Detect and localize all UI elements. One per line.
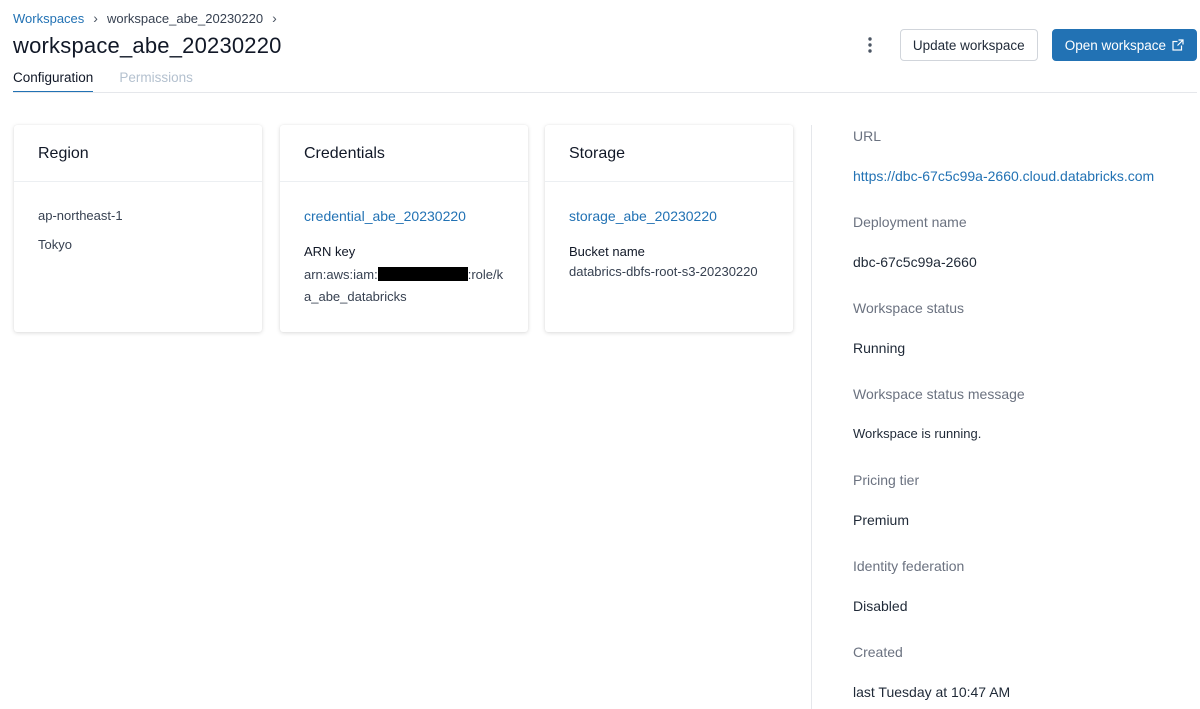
- storage-link[interactable]: storage_abe_20230220: [569, 208, 717, 224]
- workspace-status-label: Workspace status: [853, 300, 965, 316]
- page-title: workspace_abe_20230220: [13, 33, 282, 58]
- region-card-title: Region: [14, 125, 262, 182]
- deployment-name-value: dbc-67c5c99a-2660: [853, 254, 977, 270]
- workspace-status-value: Running: [853, 340, 906, 356]
- header-actions: Update workspace Open workspace: [862, 29, 1197, 61]
- url-value-row: https://dbc-67c5c99a-2660.cloud.databric…: [853, 148, 1193, 214]
- region-code: ap-northeast-1: [38, 208, 123, 223]
- created-label: Created: [853, 644, 903, 660]
- status-message-value: Workspace is running.: [853, 426, 982, 441]
- created-value: last Tuesday at 10:47 AM: [853, 684, 1011, 700]
- credential-link[interactable]: credential_abe_20230220: [304, 208, 466, 224]
- region-card: Region ap-northeast-1 Tokyo: [14, 125, 262, 332]
- external-link-icon: [1172, 39, 1184, 51]
- credentials-card-title: Credentials: [280, 125, 528, 182]
- storage-card-title: Storage: [545, 125, 793, 182]
- workspace-url-link[interactable]: https://dbc-67c5c99a-2660.cloud.databric…: [853, 168, 1154, 184]
- pricing-tier-value: Premium: [853, 512, 910, 528]
- identity-federation-value: Disabled: [853, 598, 908, 614]
- open-workspace-button[interactable]: Open workspace: [1051, 29, 1197, 61]
- redaction-bar: [377, 267, 468, 281]
- update-workspace-label: Update workspace: [912, 37, 1025, 53]
- breadcrumb-current[interactable]: workspace_abe_20230220: [107, 11, 263, 26]
- bucket-name-label: Bucket name: [569, 244, 645, 259]
- breadcrumb: Workspaces › workspace_abe_20230220 ›: [13, 10, 280, 26]
- pricing-tier-label: Pricing tier: [853, 472, 920, 488]
- region-city: Tokyo: [38, 237, 72, 252]
- storage-card: Storage storage_abe_20230220 Bucket name…: [545, 125, 793, 332]
- kebab-icon[interactable]: [862, 29, 878, 61]
- tab-configuration[interactable]: Configuration: [13, 70, 94, 93]
- identity-federation-label: Identity federation: [853, 558, 965, 574]
- arn-key-label: ARN key: [304, 244, 356, 259]
- deployment-name-label: Deployment name: [853, 214, 967, 230]
- url-label: URL: [853, 128, 882, 144]
- details-divider: [811, 125, 812, 709]
- open-workspace-label: Open workspace: [1064, 37, 1166, 53]
- arn-prefix: arn:aws:iam:: [304, 267, 378, 282]
- breadcrumb-workspaces-link[interactable]: Workspaces: [13, 11, 84, 26]
- tabs-divider: [13, 92, 1197, 93]
- credentials-card: Credentials credential_abe_20230220 ARN …: [280, 125, 528, 332]
- tab-permissions[interactable]: Permissions: [119, 70, 193, 93]
- chevron-right-icon: ›: [272, 10, 277, 26]
- more-options-icon: [868, 37, 872, 53]
- tab-list: Configuration Permissions: [13, 70, 193, 93]
- update-workspace-button[interactable]: Update workspace: [899, 29, 1038, 61]
- arn-key-value: arn:aws:iam::role/ka_abe_databricks: [304, 264, 509, 308]
- chevron-right-icon: ›: [93, 10, 98, 26]
- status-message-label: Workspace status message: [853, 386, 1025, 402]
- workspace-details: URL https://dbc-67c5c99a-2660.cloud.data…: [853, 128, 1193, 709]
- bucket-name-value: databrics-dbfs-root-s3-20230220: [569, 264, 758, 279]
